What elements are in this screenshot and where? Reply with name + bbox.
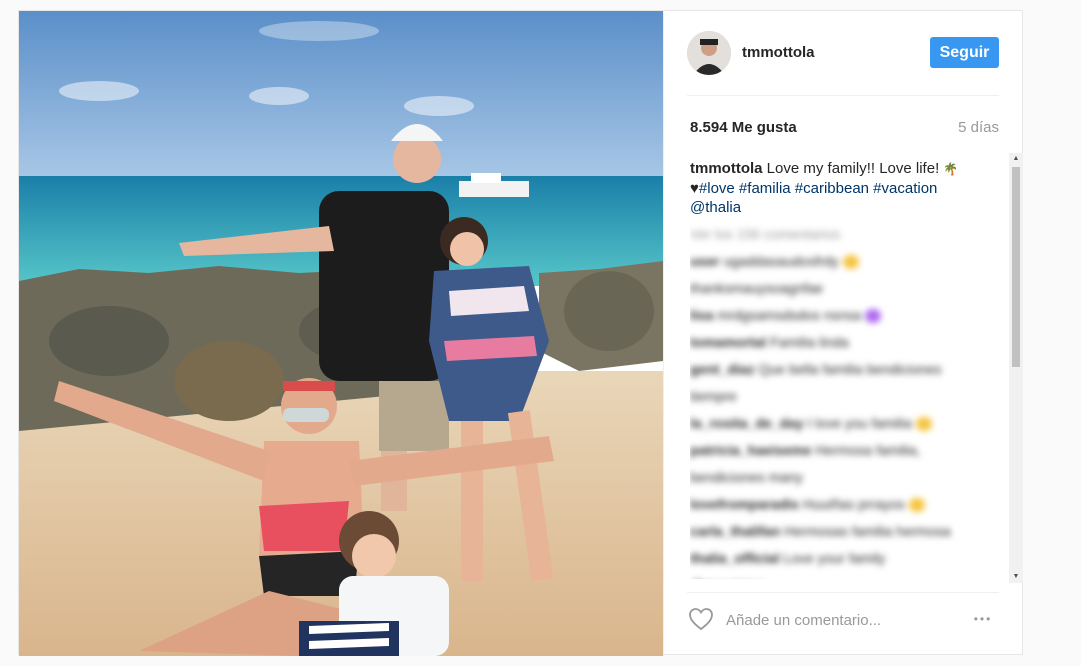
header-divider bbox=[687, 95, 999, 96]
comment-item: @mauricioo bbox=[690, 576, 1012, 579]
comment-item: Ver los 156 comentarios bbox=[690, 225, 1012, 244]
post-header: tmmottola Seguir bbox=[664, 11, 1023, 96]
comment-text: Que bella familia bendiciones bbox=[754, 361, 942, 377]
scroll-down-arrow-icon[interactable]: ▼ bbox=[1012, 573, 1020, 581]
post-username[interactable]: tmmottola bbox=[742, 44, 815, 61]
comment-input[interactable] bbox=[726, 609, 946, 631]
comment-item: la_rosita_de_day I love you familia bbox=[690, 414, 1012, 433]
emoji-icon bbox=[908, 498, 925, 513]
post-photo[interactable] bbox=[19, 11, 663, 656]
post-time[interactable]: 5 días bbox=[958, 119, 999, 136]
comments-scrollbar[interactable]: ▲ ▼ bbox=[1009, 153, 1023, 583]
comment-text: thanksmauysoagnfae bbox=[690, 280, 824, 296]
heart-outline-icon[interactable] bbox=[688, 607, 714, 631]
comments-list: tmmottola Love my family!! Love life! 🌴 … bbox=[690, 159, 1012, 579]
comment-username[interactable]: tomamortal bbox=[690, 334, 766, 350]
footer-divider bbox=[687, 592, 999, 593]
likes-count[interactable]: 8.594 Me gusta bbox=[690, 119, 797, 136]
scrollbar-thumb[interactable] bbox=[1012, 167, 1020, 367]
comment-text: Huuiñas prrayos bbox=[798, 496, 905, 512]
comment-username[interactable]: user bbox=[690, 253, 720, 269]
emoji-icon bbox=[865, 309, 882, 324]
caption-hashtags[interactable]: #love #familia #caribbean #vacation bbox=[699, 180, 937, 197]
comment-username[interactable]: gent_diaz bbox=[690, 361, 755, 377]
caption-username[interactable]: tmmottola bbox=[690, 160, 763, 177]
emoji-icon bbox=[915, 417, 932, 432]
comment-text: @mauricioo bbox=[690, 577, 765, 579]
comment-username[interactable]: lisa bbox=[690, 307, 713, 323]
follow-button[interactable]: Seguir bbox=[930, 37, 999, 68]
comment-text: Familia linda bbox=[766, 334, 849, 350]
comment-item: tiempre bbox=[690, 387, 1012, 406]
comment-username[interactable]: Ver los 156 comentarios bbox=[690, 226, 840, 242]
comment-text: I love you familia bbox=[803, 415, 912, 431]
comment-item: user ugaddasaudosfrdy bbox=[690, 252, 1012, 271]
comment-text: Hermosa familia, bbox=[811, 442, 921, 458]
comment-item: lisa mrdgsamsdsdos nsnsa bbox=[690, 306, 1012, 325]
comment-text: bendiciones many bbox=[690, 469, 803, 485]
avatar[interactable] bbox=[687, 31, 731, 75]
comment-item: tomamortal Familia linda bbox=[690, 333, 1012, 352]
comment-text: tiempre bbox=[690, 388, 737, 404]
more-options-icon[interactable]: ••• bbox=[968, 611, 998, 627]
comment-item: thanksmauysoagnfae bbox=[690, 279, 1012, 298]
beach-family-photo bbox=[19, 11, 663, 656]
caption-text: Love my family!! Love life! bbox=[766, 160, 940, 177]
comment-username[interactable]: lovefromparadis bbox=[690, 496, 799, 512]
comment-item: thalia_official Love your family bbox=[690, 549, 1012, 568]
comment-username[interactable]: patricia_haeiseme bbox=[690, 442, 811, 458]
caption: tmmottola Love my family!! Love life! 🌴 … bbox=[690, 159, 1012, 217]
emoji-icon bbox=[842, 255, 859, 270]
palm-tree-icon: 🌴 bbox=[943, 162, 959, 176]
scroll-up-arrow-icon[interactable]: ▲ bbox=[1012, 155, 1020, 163]
blurred-comments: Ver los 156 comentarios user ugaddasaudos… bbox=[690, 225, 1012, 579]
comment-item: carla_thalifan Hermosas familia hermosa bbox=[690, 522, 1012, 541]
comment-item: lovefromparadis Huuiñas prrayos bbox=[690, 495, 1012, 514]
comment-text: Hermosas familia hermosa bbox=[780, 523, 951, 539]
comment-item: patricia_haeiseme Hermosa familia, bbox=[690, 441, 1012, 460]
post-sidebar: tmmottola Seguir 8.594 Me gusta 5 días t… bbox=[663, 11, 1023, 656]
comment-username[interactable]: carla_thalifan bbox=[690, 523, 780, 539]
comment-username[interactable]: thalia_official bbox=[690, 550, 779, 566]
post-card: tmmottola Seguir 8.594 Me gusta 5 días t… bbox=[18, 10, 1023, 656]
comment-text: ugaddasaudosfrdy bbox=[719, 253, 839, 269]
comment-text: mrdgsamsdsdos nsnsa bbox=[713, 307, 862, 323]
comment-item: gent_diaz Que bella familia bendiciones bbox=[690, 360, 1012, 379]
comment-text: Love your family bbox=[779, 550, 886, 566]
comment-username[interactable]: la_rosita_de_day bbox=[690, 415, 804, 431]
caption-mention[interactable]: @thalia bbox=[690, 199, 741, 216]
black-heart-icon: ♥ bbox=[690, 180, 699, 197]
comment-item: bendiciones many bbox=[690, 468, 1012, 487]
